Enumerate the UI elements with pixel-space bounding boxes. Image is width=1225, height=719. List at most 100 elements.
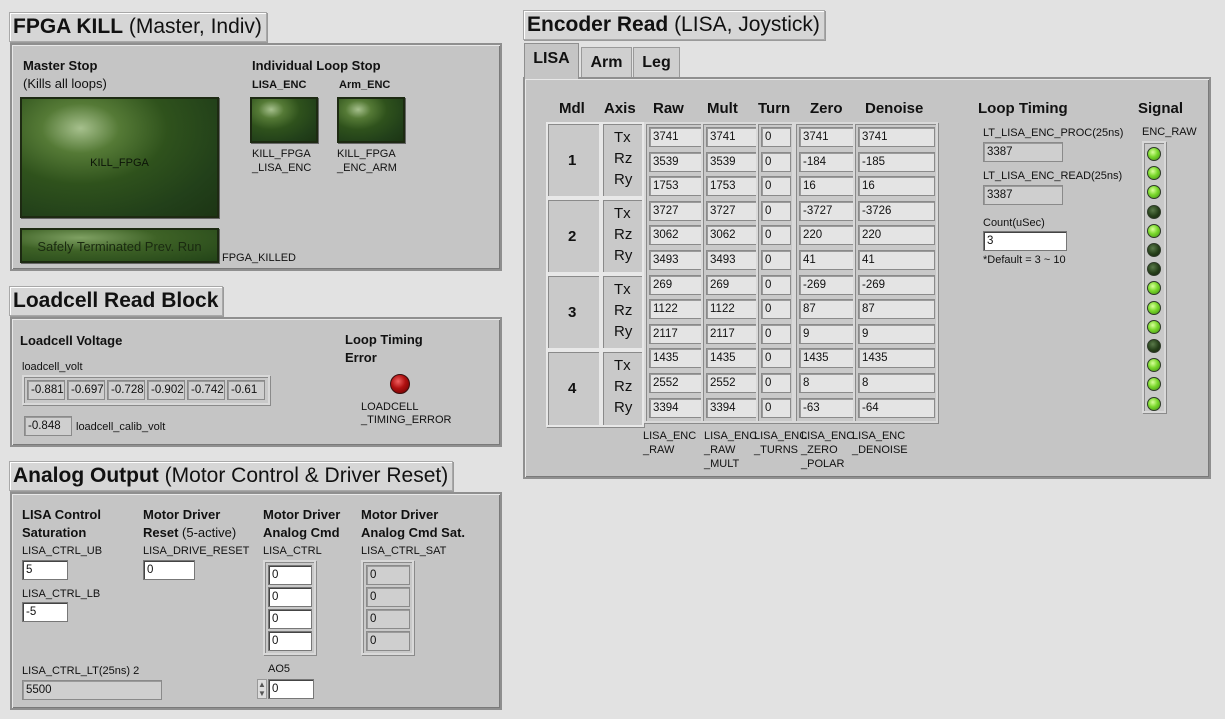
turn-cell: 0	[761, 274, 791, 295]
axis-header: Axis	[604, 100, 636, 117]
zero-cell: -63	[799, 397, 856, 418]
denoise-array: 3741 -185 16 -3726 220 41 -269 87 9 1435 8 -64	[853, 122, 938, 423]
lisa-ctrl-input[interactable]: 0	[268, 587, 312, 607]
zero-cell: 9	[799, 323, 856, 344]
axis-group: Tx Rz Ry	[601, 274, 644, 350]
saturation-label: Saturation	[22, 525, 87, 540]
count-usec-input[interactable]: 3	[983, 231, 1067, 251]
mult-array: 3741 3539 1753 3727 3062 3493 269 1122 2117 1435 2…	[701, 122, 762, 423]
enc-raw-name: ENC_RAW	[1142, 126, 1197, 138]
axis-label: Tx	[614, 205, 631, 222]
turn-cell: 0	[761, 176, 791, 197]
module-number: 1	[568, 152, 577, 169]
tab-leg[interactable]: Leg	[633, 47, 680, 78]
kill-lisa-enc-button[interactable]	[250, 97, 318, 143]
lisa-ctrl-ub-name: LISA_CTRL_UB	[22, 545, 103, 557]
ao5-name: AO5	[268, 663, 291, 675]
zero-cell: 87	[799, 299, 856, 320]
lisa-enc-label: LISA_ENC	[252, 79, 307, 91]
turn-cell: 0	[761, 323, 791, 344]
encoder-loop-timing-label: Loop Timing	[978, 100, 1068, 117]
ao5-stepper-arrows[interactable]: ▲ ▼	[257, 679, 267, 699]
arm-enc-label: Arm_ENC	[339, 79, 391, 91]
lisa-ctrl-lb-input[interactable]: -5	[22, 602, 68, 622]
tab-lisa[interactable]: LISA	[524, 43, 579, 79]
raw-cell: 269	[649, 274, 702, 295]
lisa-ctrl-sat-cell: 0	[366, 631, 410, 651]
lisa-ctrl-lb-name: LISA_CTRL_LB	[22, 588, 101, 600]
lisa-ctrl-ub-input[interactable]: 5	[22, 560, 68, 580]
lisa-control-label: LISA Control	[22, 507, 101, 522]
kill-arm-enc-button[interactable]	[337, 97, 405, 143]
mult-cell: 3493	[706, 250, 759, 270]
enc-raw-led	[1147, 377, 1161, 392]
turn-cell: 0	[761, 397, 791, 418]
axis-label: Tx	[614, 281, 631, 298]
lisa-ctrl-input[interactable]: 0	[268, 631, 312, 651]
module-3-box: 3	[546, 274, 601, 350]
lisa-ctrl-input[interactable]: 0	[268, 609, 312, 629]
tab-arm[interactable]: Arm	[581, 47, 632, 78]
lisa-ctrl-input[interactable]: 0	[268, 565, 312, 585]
lisa-drive-reset-name: LISA_DRIVE_RESET	[143, 545, 250, 557]
zero-header: Zero	[810, 100, 843, 117]
loadcell-calib-volt-name: loadcell_calib_volt	[76, 421, 166, 433]
safely-terminated-indicator: Safely Terminated Prev. Run	[20, 228, 219, 263]
enc-raw-led	[1147, 147, 1161, 161]
turn-array: 0 0 0 0 0 0 0 0 0 0 0 0	[756, 122, 794, 423]
turn-cell: 0	[761, 225, 791, 246]
fpga-kill-title: FPGA KILL (Master, Indiv)	[9, 12, 267, 42]
raw-cell: 1122	[649, 299, 702, 320]
lisa-drive-reset-input[interactable]: 0	[143, 560, 195, 580]
turn-col-name: LISA_ENC _TURNS	[754, 430, 808, 456]
ao5-input[interactable]: 0	[268, 679, 314, 699]
reset-label: Reset (5-active)	[143, 525, 237, 540]
axis-label: Rz	[614, 378, 633, 395]
fpga-killed-label: FPGA_KILLED	[222, 252, 296, 264]
enc-raw-led	[1147, 185, 1161, 200]
analog-cmd-label: Analog Cmd	[263, 525, 340, 540]
raw-cell: 3539	[649, 151, 702, 172]
motor-driver-sat-label: Motor Driver	[361, 507, 439, 522]
raw-cell: 2552	[649, 373, 702, 393]
motor-driver-analog-cmd-label: Motor Driver	[263, 507, 341, 522]
raw-cell: 1753	[649, 176, 702, 197]
turn-cell: 0	[761, 127, 791, 147]
loadcell-volt-array: -0.881 -0.697 -0.728 -0.902 -0.742 -0.61	[22, 375, 270, 405]
individual-loop-stop-label: Individual Loop Stop	[252, 58, 381, 73]
mult-cell: 3062	[706, 225, 759, 246]
loadcell-panel: Loadcell Voltage loadcell_volt -0.881 -0…	[10, 317, 502, 447]
mult-header: Mult	[707, 100, 738, 117]
axis-group: Tx Rz Ry	[601, 198, 644, 274]
zero-cell: -184	[799, 151, 856, 172]
mult-col-name: LISA_ENC _RAW _MULT	[704, 430, 758, 470]
raw-cell: 2117	[649, 323, 702, 344]
lisa-ctrl-name: LISA_CTRL	[263, 545, 322, 557]
turn-cell: 0	[761, 250, 791, 270]
zero-array: 3741 -184 16 -3727 220 41 -269 87 9 1435 8 -63	[794, 122, 859, 423]
denoise-cell: -269	[858, 274, 935, 295]
enc-raw-led	[1147, 223, 1161, 238]
lisa-ctrl-sat-cell: 0	[366, 587, 410, 607]
denoise-cell: 16	[858, 176, 935, 197]
loadcell-title: Loadcell Read Block	[9, 286, 224, 316]
mult-cell: 3741	[706, 127, 759, 147]
mdl-header: Mdl	[559, 100, 585, 117]
safely-terminated-label: Safely Terminated Prev. Run	[37, 239, 202, 254]
analog-output-title: Analog Output (Motor Control & Driver Re…	[9, 461, 454, 491]
raw-cell: 3741	[649, 127, 702, 147]
axis-group: Tx Rz Ry	[601, 350, 644, 427]
lt-read-name: LT_LISA_ENC_READ(25ns)	[983, 170, 1123, 182]
turn-cell: 0	[761, 373, 791, 393]
lisa-ctrl-array: 0 0 0 0	[263, 560, 316, 655]
axis-label: Ry	[614, 171, 633, 188]
zero-cell: 8	[799, 373, 856, 393]
zero-col-name: LISA_ENC _ZERO _POLAR	[801, 430, 855, 470]
analog-cmd-sat-label: Analog Cmd Sat.	[361, 525, 466, 540]
enc-raw-led	[1147, 262, 1161, 277]
kill-fpga-button[interactable]: KILL_FPGA	[20, 97, 219, 218]
lisa-ctrl-sat-array: 0 0 0 0	[361, 560, 414, 655]
module-4-box: 4	[546, 350, 601, 427]
zero-cell: 220	[799, 225, 856, 246]
denoise-col-name: LISA_ENC _DENOISE	[852, 430, 908, 456]
